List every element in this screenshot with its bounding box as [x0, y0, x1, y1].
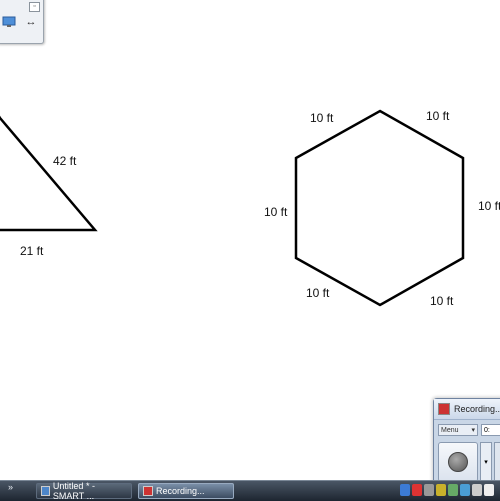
taskbar-overflow-button[interactable]: » [8, 482, 13, 492]
taskbar: » Untitled * - SMART ... Recording... [0, 480, 500, 501]
smart-icon [41, 486, 50, 496]
tray-icon[interactable] [472, 484, 482, 496]
tray-icon[interactable] [448, 484, 458, 496]
triangle-base-label: 21 ft [20, 244, 44, 258]
hexagon-side-label: 10 ft [478, 199, 500, 213]
recording-app-icon [438, 403, 450, 415]
record-button[interactable] [438, 442, 478, 482]
recording-window-titlebar[interactable]: Recording... [434, 399, 500, 420]
recording-window[interactable]: Recording... Menu ▾ 0: ▾ [433, 398, 500, 490]
tray-icon[interactable] [484, 484, 494, 496]
taskbar-item-smart[interactable]: Untitled * - SMART ... [36, 481, 132, 501]
tray-icon[interactable] [424, 484, 434, 496]
recording-window-title: Recording... [454, 404, 500, 414]
triangle-hypotenuse-label: 42 ft [53, 154, 77, 168]
tray-icon[interactable] [436, 484, 446, 496]
taskbar-item-label: Recording... [156, 486, 205, 496]
menu-dropdown-button[interactable]: Menu ▾ [438, 424, 478, 436]
record-options-button[interactable]: ▾ [480, 442, 492, 482]
record-icon [448, 452, 468, 472]
taskbar-item-recording[interactable]: Recording... [138, 483, 234, 499]
menu-dropdown-label: Menu [441, 426, 459, 434]
hexagon-shape [294, 109, 465, 307]
system-tray [400, 484, 494, 496]
chevron-down-icon: ▾ [471, 427, 475, 434]
hexagon-side-label: 10 ft [310, 111, 334, 125]
hexagon-side-label: 10 ft [430, 294, 454, 308]
hexagon-side-label: 10 ft [306, 286, 330, 300]
recording-timer: 0: [481, 424, 500, 436]
volume-meter [494, 442, 500, 482]
triangle-shape [0, 115, 98, 232]
recording-icon [143, 486, 153, 496]
taskbar-item-label: Untitled * - SMART ... [52, 481, 95, 501]
hexagon-side-label: 10 ft [264, 205, 288, 219]
tray-icon[interactable] [400, 484, 410, 496]
hexagon-side-label: 10 ft [426, 109, 450, 123]
tray-icon[interactable] [412, 484, 422, 496]
whiteboard-canvas[interactable]: 42 ft 21 ft 10 ft 10 ft 10 ft 10 ft 10 f… [0, 0, 500, 460]
tray-icon[interactable] [460, 484, 470, 496]
